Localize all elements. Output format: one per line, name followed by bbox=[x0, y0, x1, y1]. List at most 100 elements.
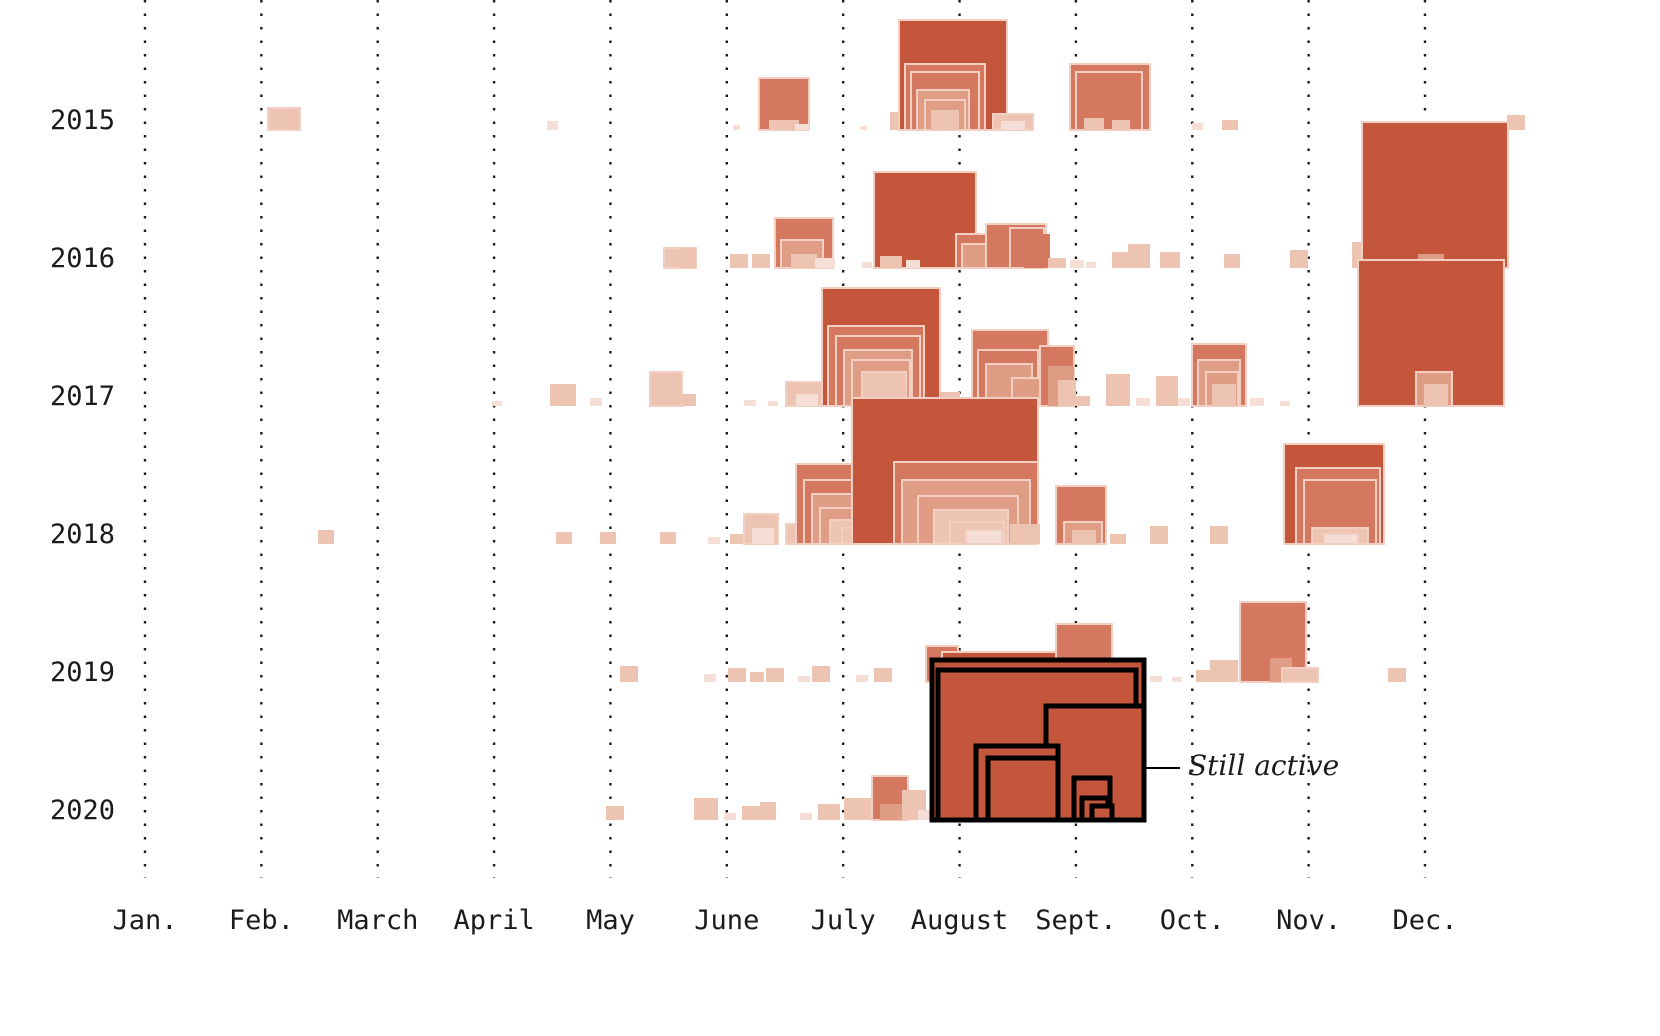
event-rect bbox=[941, 118, 959, 130]
event-rect bbox=[1010, 524, 1040, 544]
event-rect bbox=[1110, 534, 1126, 544]
event-rect bbox=[844, 798, 872, 820]
event-rect bbox=[694, 798, 718, 820]
month-label-dec: Dec. bbox=[1392, 905, 1458, 936]
event-rect bbox=[752, 254, 770, 268]
event-rect bbox=[880, 256, 902, 268]
event-rect bbox=[547, 121, 558, 130]
event-rect bbox=[318, 530, 334, 544]
month-gridlines bbox=[143, 0, 1427, 878]
year-group-2018 bbox=[318, 397, 1385, 545]
event-rect bbox=[1210, 526, 1228, 544]
event-rect bbox=[818, 804, 840, 820]
event-rect bbox=[1112, 386, 1126, 406]
event-rect bbox=[752, 528, 774, 544]
event-rectangles bbox=[267, 19, 1525, 821]
event-rect bbox=[1250, 398, 1264, 406]
month-label-nov: Nov. bbox=[1276, 905, 1342, 936]
event-rect bbox=[708, 537, 720, 544]
year-label-2018: 2018 bbox=[49, 519, 115, 550]
year-group-2015 bbox=[267, 19, 1525, 131]
event-rect bbox=[590, 398, 602, 406]
year-group-2016 bbox=[663, 121, 1509, 269]
month-label-oct: Oct. bbox=[1159, 905, 1225, 936]
event-rect bbox=[606, 806, 624, 820]
event-rect bbox=[492, 401, 502, 406]
event-rect bbox=[856, 675, 868, 682]
event-rect bbox=[1160, 252, 1180, 268]
month-label-august: August bbox=[910, 905, 1009, 936]
event-rect bbox=[1150, 526, 1168, 544]
event-rect bbox=[860, 126, 867, 130]
event-rect bbox=[1150, 676, 1162, 682]
event-rect bbox=[1212, 384, 1236, 406]
event-rect bbox=[267, 107, 301, 131]
month-label-sept: Sept. bbox=[1035, 905, 1117, 936]
event-rect bbox=[550, 384, 576, 406]
event-rect bbox=[1323, 533, 1359, 545]
event-rect bbox=[862, 262, 872, 268]
event-rect bbox=[1224, 254, 1240, 268]
year-label-2017: 2017 bbox=[49, 381, 115, 412]
event-rect bbox=[874, 668, 892, 682]
chart-root: 2015 2016 2017 2018 2019 2020 Jan. Feb. March Ap… bbox=[0, 0, 1660, 1036]
event-rect bbox=[798, 676, 810, 682]
event-rect bbox=[1424, 384, 1448, 406]
event-rect bbox=[1222, 120, 1238, 130]
event-rect bbox=[1507, 115, 1525, 130]
event-rect bbox=[880, 804, 904, 820]
month-label-march: March bbox=[337, 905, 419, 936]
month-label-jan: Jan. bbox=[112, 905, 178, 936]
event-rect bbox=[1156, 376, 1178, 406]
event-rect bbox=[1112, 120, 1130, 130]
month-label-april: April bbox=[453, 905, 535, 936]
event-rect bbox=[724, 813, 736, 820]
event-rect bbox=[600, 532, 616, 544]
event-rect bbox=[1172, 677, 1182, 682]
event-rect bbox=[682, 394, 696, 406]
month-label-june: June bbox=[694, 905, 760, 936]
event-rect bbox=[812, 666, 830, 682]
month-label-may: May bbox=[586, 905, 635, 936]
event-rect bbox=[1001, 121, 1025, 130]
event-rect bbox=[742, 806, 762, 820]
event-rect bbox=[1178, 398, 1190, 406]
event-rect bbox=[760, 802, 776, 820]
event-rect bbox=[728, 668, 746, 682]
event-rect bbox=[1084, 118, 1104, 130]
event-rect bbox=[730, 254, 748, 268]
event-rect bbox=[1290, 250, 1308, 268]
event-rect bbox=[620, 666, 638, 682]
event-rect bbox=[1024, 234, 1050, 268]
event-rect bbox=[965, 529, 1003, 545]
still-active-outlines bbox=[929, 657, 1147, 823]
event-rect bbox=[1210, 660, 1238, 682]
event-rect bbox=[1072, 530, 1096, 544]
event-rect bbox=[800, 813, 812, 820]
year-label-2016: 2016 bbox=[49, 243, 115, 274]
event-rect bbox=[744, 400, 756, 406]
event-rect bbox=[1136, 398, 1150, 406]
event-rect bbox=[680, 248, 696, 268]
still-active-rect bbox=[985, 755, 1061, 823]
event-rect bbox=[1048, 258, 1066, 268]
event-rect bbox=[750, 672, 764, 682]
event-rect bbox=[556, 532, 572, 544]
event-rect bbox=[1192, 123, 1203, 130]
event-rect bbox=[1388, 668, 1406, 682]
year-label-2019: 2019 bbox=[49, 657, 115, 688]
event-rect bbox=[1136, 256, 1150, 268]
year-label-2020: 2020 bbox=[49, 795, 115, 826]
event-rect bbox=[1361, 121, 1509, 269]
event-rect bbox=[791, 254, 817, 268]
annotation-still-active: Still active bbox=[1188, 749, 1340, 782]
event-rect bbox=[1280, 401, 1290, 406]
year-group-2017 bbox=[492, 259, 1505, 407]
month-label-july: July bbox=[810, 905, 876, 936]
event-rect bbox=[768, 401, 778, 406]
event-rect bbox=[766, 668, 784, 682]
event-rect bbox=[649, 371, 683, 407]
month-label-feb: Feb. bbox=[228, 905, 294, 936]
packed-bar-chart bbox=[143, 0, 1525, 878]
event-rect bbox=[1086, 262, 1096, 268]
